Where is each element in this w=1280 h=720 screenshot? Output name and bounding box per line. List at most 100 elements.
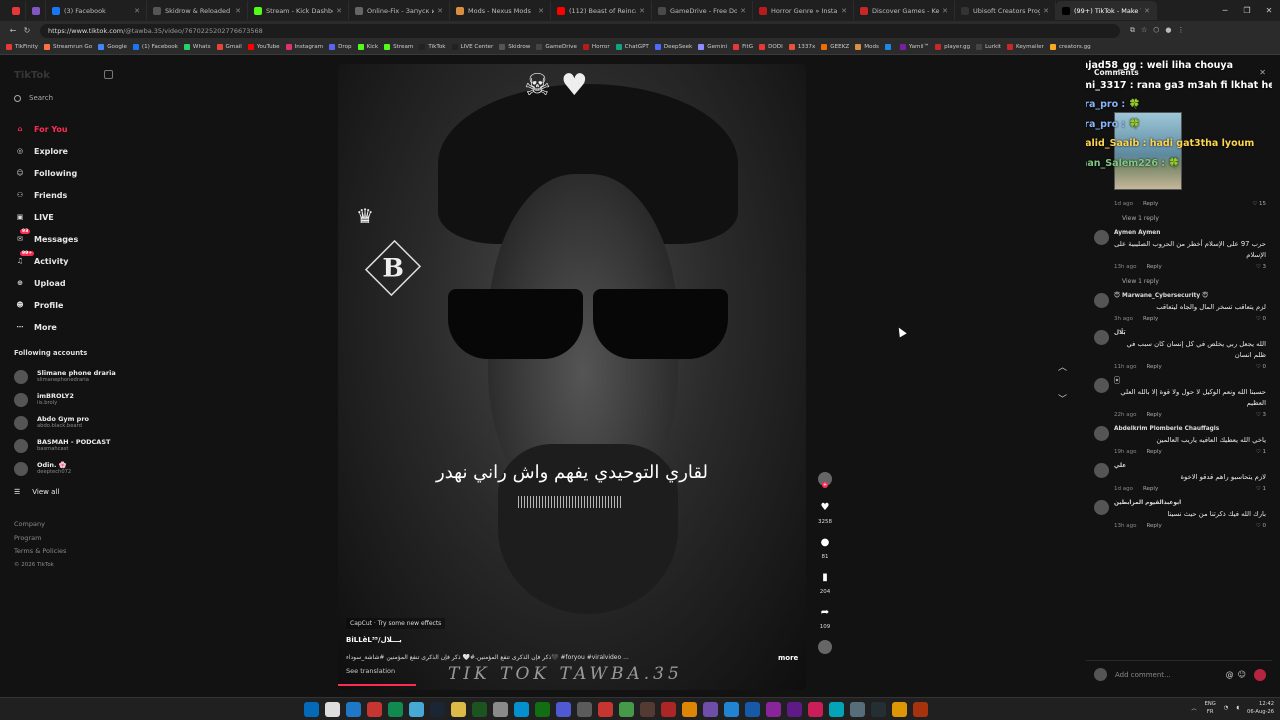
- browser-tab[interactable]: Online-Fix - Запуск игр по✕: [349, 1, 450, 20]
- commenter-avatar[interactable]: [1094, 378, 1109, 393]
- previous-video-icon[interactable]: ︿: [1058, 352, 1067, 384]
- taskbar-app-icon[interactable]: [535, 702, 550, 717]
- tiktok-logo[interactable]: TikTok: [14, 70, 50, 81]
- bookmark-item[interactable]: Keymailer: [1006, 44, 1044, 50]
- bookmark-item[interactable]: LIVE Center: [451, 44, 493, 50]
- reply-button[interactable]: Reply: [1143, 201, 1158, 207]
- share-button[interactable]: ➦ 109: [812, 605, 838, 631]
- browser-tab[interactable]: (3) Facebook ✕: [46, 1, 147, 20]
- nav-item-activity[interactable]: ♫ 99+ Activity: [14, 250, 78, 272]
- clock[interactable]: 12:42 06-Aug-26: [1247, 700, 1274, 716]
- taskbar-app-icon[interactable]: [325, 702, 340, 717]
- add-comment-input[interactable]: Add comment...: [1115, 671, 1226, 679]
- taskbar-app-icon[interactable]: [514, 702, 529, 717]
- maximize-icon[interactable]: ❐: [1236, 0, 1258, 21]
- taskbar-app-icon[interactable]: [640, 702, 655, 717]
- following-account[interactable]: BASMAH - PODCAST basmahcast: [14, 434, 116, 457]
- tab-close-icon[interactable]: ✕: [841, 7, 847, 15]
- commenter-name[interactable]: علي: [1114, 463, 1266, 469]
- commenter-avatar[interactable]: [1094, 426, 1109, 441]
- tab-close-icon[interactable]: ✕: [336, 7, 342, 15]
- language-indicator[interactable]: ENG FR: [1205, 700, 1216, 716]
- comment-like[interactable]: ♡ 0: [1256, 364, 1266, 370]
- browser-tab[interactable]: GameDrive - Free Download✕: [652, 1, 753, 20]
- taskbar-app-icon[interactable]: [850, 702, 865, 717]
- commenter-avatar[interactable]: [1094, 293, 1109, 308]
- collapse-sidebar-icon[interactable]: [104, 70, 113, 79]
- browser-tab[interactable]: Ubisoft Creators Program✕: [955, 1, 1056, 20]
- taskbar-app-icon[interactable]: [472, 702, 487, 717]
- video-progress[interactable]: [338, 684, 416, 686]
- save-button[interactable]: ▮ 204: [812, 570, 838, 596]
- comment-like[interactable]: ♡ 1: [1256, 486, 1266, 492]
- commenter-avatar[interactable]: [1094, 463, 1109, 478]
- browser-tab[interactable]: [26, 1, 46, 20]
- bookmark-item[interactable]: Lurkit: [976, 44, 1001, 50]
- comment-like[interactable]: ♡ 15: [1252, 201, 1266, 207]
- music-disc[interactable]: [812, 640, 838, 654]
- taskbar-app-icon[interactable]: [556, 702, 571, 717]
- tab-close-icon[interactable]: ✕: [740, 7, 746, 15]
- nav-item-live[interactable]: ▣ LIVE: [14, 206, 78, 228]
- volume-icon[interactable]: ◖: [1236, 705, 1239, 711]
- taskbar-app-icon[interactable]: [829, 702, 844, 717]
- commenter-name[interactable]: ابوعبدالقيوم المرابطين: [1114, 500, 1266, 506]
- bookmark-item[interactable]: TikTok: [419, 44, 446, 50]
- bookmark-item[interactable]: FitG: [733, 44, 753, 50]
- profile-avatar-icon[interactable]: ●: [1165, 26, 1171, 35]
- taskbar-app-icon[interactable]: [388, 702, 403, 717]
- comment-like[interactable]: ♡ 0: [1256, 316, 1266, 322]
- nav-item-profile[interactable]: ☻ Profile: [14, 294, 78, 316]
- taskbar-app-icon[interactable]: [598, 702, 613, 717]
- browser-tab[interactable]: Discover Games - Keymailer✕: [854, 1, 955, 20]
- taskbar-app-icon[interactable]: [346, 702, 361, 717]
- commenter-name[interactable]: 😇 Marwane_Cybersecurity 😇: [1114, 293, 1266, 299]
- commenter-avatar[interactable]: [1094, 230, 1109, 245]
- nav-item-explore[interactable]: ◎ Explore: [14, 140, 78, 162]
- taskbar-app-icon[interactable]: [430, 702, 445, 717]
- emoji-icon[interactable]: ☺: [1238, 670, 1246, 679]
- bookmark-star-icon[interactable]: ☆: [1141, 26, 1147, 35]
- bookmark-item[interactable]: DeepSeek: [654, 44, 692, 50]
- taskbar-app-icon[interactable]: [619, 702, 634, 717]
- bookmark-item[interactable]: Stream: [384, 44, 413, 50]
- author-avatar[interactable]: +: [812, 472, 838, 488]
- bookmark-item[interactable]: (1) Facebook: [132, 44, 178, 50]
- taskbar-app-icon[interactable]: [577, 702, 592, 717]
- tab-close-icon[interactable]: ✕: [639, 7, 645, 15]
- bookmark-item[interactable]: GameDrive: [536, 44, 577, 50]
- taskbar-app-icon[interactable]: [703, 702, 718, 717]
- reload-icon[interactable]: ↻: [20, 26, 34, 35]
- bookmark-item[interactable]: TikFinity: [6, 44, 38, 50]
- extensions-icon[interactable]: ⬡: [1153, 26, 1159, 35]
- video-author[interactable]: BiLLèL³⁵/بـــلال: [346, 636, 402, 644]
- taskbar-app-icon[interactable]: [409, 702, 424, 717]
- following-account[interactable]: Slimane phone draria slimanephonedraria: [14, 365, 116, 388]
- nav-item-messages[interactable]: ✉ 93 Messages: [14, 228, 78, 250]
- url-field[interactable]: https://www.tiktok.com/@tawba.35/video/7…: [40, 23, 1120, 38]
- nav-item-upload[interactable]: ⊕ Upload: [14, 272, 78, 294]
- browser-tab[interactable]: Horror Genre » Install Guide✕: [753, 1, 854, 20]
- bookmark-item[interactable]: Streamrun Go: [44, 44, 92, 50]
- next-video-icon[interactable]: ﹀: [1058, 384, 1067, 416]
- follow-plus-icon[interactable]: +: [822, 482, 828, 488]
- bookmark-item[interactable]: Kick: [357, 44, 378, 50]
- taskbar-app-icon[interactable]: [493, 702, 508, 717]
- taskbar-app-icon[interactable]: [913, 702, 928, 717]
- bookmark-item[interactable]: Yamil™: [899, 44, 929, 50]
- bookmark-item[interactable]: Whats: [183, 44, 211, 50]
- search-button[interactable]: Search: [14, 94, 53, 102]
- commenter-avatar[interactable]: [1094, 330, 1109, 345]
- tray-chevron-icon[interactable]: ︿: [1191, 705, 1196, 712]
- reply-button[interactable]: Reply: [1146, 449, 1161, 455]
- like-button[interactable]: ♥ 3258: [812, 500, 838, 526]
- comment-like[interactable]: ♡ 1: [1256, 449, 1266, 455]
- taskbar-app-icon[interactable]: [745, 702, 760, 717]
- bookmark-item[interactable]: Instagram: [285, 44, 323, 50]
- taskbar-app-icon[interactable]: [724, 702, 739, 717]
- browser-tab[interactable]: [6, 1, 26, 20]
- footer-link-company[interactable]: Company: [14, 518, 66, 532]
- tab-close-icon[interactable]: ✕: [1144, 7, 1150, 15]
- install-app-icon[interactable]: ⧉: [1130, 26, 1135, 35]
- reply-button[interactable]: Reply: [1143, 486, 1158, 492]
